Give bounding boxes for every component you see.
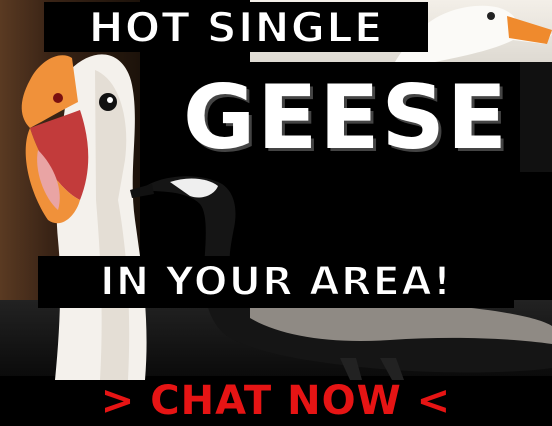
chat-now-label: > CHAT NOW < [100, 378, 452, 424]
headline-top-band: HOT SINGLE [44, 2, 428, 52]
ad-banner[interactable]: HOT SINGLE GEESE IN YOUR AREA! > CHAT NO… [0, 0, 552, 426]
headline-main-text: GEESE [183, 65, 509, 169]
background-photo-mid-right [520, 62, 552, 172]
headline-top-text: HOT SINGLE [87, 2, 384, 52]
headline-main-band: GEESE [172, 62, 520, 172]
chat-now-button[interactable]: > CHAT NOW < [0, 378, 552, 424]
headline-sub-band: IN YOUR AREA! [38, 256, 514, 308]
headline-sub-text: IN YOUR AREA! [99, 258, 453, 306]
